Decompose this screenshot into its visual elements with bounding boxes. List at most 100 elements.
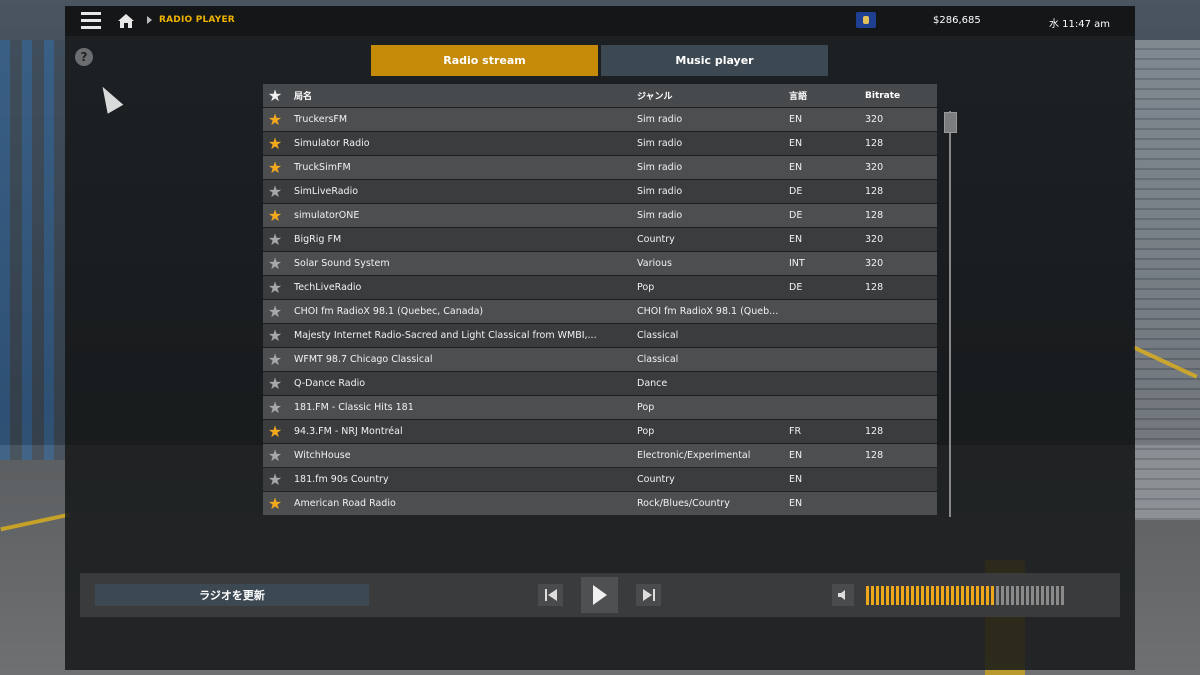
favorite-toggle[interactable]: ★ bbox=[263, 325, 287, 345]
volume-segment bbox=[951, 586, 954, 605]
play-icon bbox=[592, 585, 607, 605]
refresh-radio-button[interactable]: ラジオを更新 bbox=[95, 584, 369, 606]
station-name: Majesty Internet Radio-Sacred and Light … bbox=[294, 330, 597, 341]
station-name: TruckersFM bbox=[294, 114, 348, 125]
station-bitrate: 128 bbox=[865, 282, 884, 293]
station-name: 181.fm 90s Country bbox=[294, 474, 389, 485]
star-icon: ★ bbox=[267, 445, 283, 465]
table-row[interactable]: ★ WFMT 98.7 Chicago Classical Classical bbox=[263, 348, 937, 371]
station-genre: Sim radio bbox=[637, 186, 683, 197]
star-icon: ★ bbox=[267, 85, 283, 105]
table-row[interactable]: ★ WitchHouse Electronic/Experimental EN 128 bbox=[263, 444, 937, 467]
table-row[interactable]: ★ Majesty Internet Radio-Sacred and Light… bbox=[263, 324, 937, 347]
favorite-toggle[interactable]: ★ bbox=[263, 349, 287, 369]
station-genre: Rock/Blues/Country bbox=[637, 498, 730, 509]
station-name: TruckSimFM bbox=[294, 162, 351, 173]
station-bitrate: 128 bbox=[865, 138, 884, 149]
station-name: Q-Dance Radio bbox=[294, 378, 366, 389]
station-genre: Classical bbox=[637, 330, 679, 341]
skip-previous-icon bbox=[544, 589, 557, 601]
star-icon: ★ bbox=[267, 373, 283, 393]
table-row[interactable]: ★ TruckersFM Sim radio EN 320 bbox=[263, 108, 937, 131]
star-icon: ★ bbox=[267, 301, 283, 321]
station-genre: Country bbox=[637, 474, 675, 485]
favorite-toggle[interactable]: ★ bbox=[263, 111, 287, 128]
favorite-column-header[interactable]: ★ bbox=[263, 85, 287, 105]
table-row[interactable]: ★ Q-Dance Radio Dance bbox=[263, 372, 937, 395]
station-language: EN bbox=[789, 234, 803, 245]
station-name: CHOI fm RadioX 98.1 (Quebec, Canada) bbox=[294, 306, 484, 317]
station-language: FR bbox=[789, 426, 802, 437]
table-row[interactable]: ★ SimLiveRadio Sim radio DE 128 bbox=[263, 180, 937, 203]
scrollbar-thumb[interactable] bbox=[944, 112, 957, 133]
station-genre: Classical bbox=[637, 354, 679, 365]
breadcrumb: RADIO PLAYER bbox=[159, 15, 235, 25]
next-button[interactable] bbox=[636, 584, 661, 606]
volume-segment bbox=[1026, 586, 1029, 605]
favorite-toggle[interactable]: ★ bbox=[263, 157, 287, 177]
volume-segment bbox=[1031, 586, 1034, 605]
volume-segment bbox=[881, 586, 884, 605]
volume-segment bbox=[1061, 586, 1064, 605]
volume-segment bbox=[926, 586, 929, 605]
tab-music-player[interactable]: Music player bbox=[601, 45, 828, 76]
previous-button[interactable] bbox=[538, 584, 563, 606]
table-row[interactable]: ★ TruckSimFM Sim radio EN 320 bbox=[263, 156, 937, 179]
station-genre: Electronic/Experimental bbox=[637, 450, 751, 461]
hamburger-icon[interactable] bbox=[81, 12, 101, 30]
favorite-toggle[interactable]: ★ bbox=[263, 255, 287, 272]
star-icon: ★ bbox=[267, 397, 283, 417]
station-language: DE bbox=[789, 282, 803, 293]
play-button[interactable] bbox=[581, 577, 618, 613]
scrollbar-track[interactable] bbox=[949, 111, 951, 517]
volume-slider[interactable] bbox=[866, 586, 1106, 605]
station-language: EN bbox=[789, 162, 803, 173]
volume-segment bbox=[896, 586, 899, 605]
station-name: American Road Radio bbox=[294, 498, 396, 509]
favorite-toggle[interactable]: ★ bbox=[263, 423, 287, 440]
favorite-toggle[interactable]: ★ bbox=[263, 279, 287, 296]
table-row[interactable]: ★ BigRig FM Country EN 320 bbox=[263, 228, 937, 251]
favorite-toggle[interactable]: ★ bbox=[263, 397, 287, 417]
help-button[interactable]: ? bbox=[75, 48, 93, 66]
table-row[interactable]: ★ 94.3.FM - NRJ Montréal Pop FR 128 bbox=[263, 420, 937, 443]
favorite-toggle[interactable]: ★ bbox=[263, 301, 287, 321]
volume-button[interactable] bbox=[832, 584, 854, 606]
star-icon: ★ bbox=[267, 181, 283, 201]
table-row[interactable]: ★ American Road Radio Rock/Blues/Country EN bbox=[263, 492, 937, 515]
background-structure-right bbox=[1135, 40, 1200, 520]
column-header-genre[interactable]: ジャンル bbox=[637, 89, 673, 102]
favorite-toggle[interactable]: ★ bbox=[263, 135, 287, 152]
favorite-toggle[interactable]: ★ bbox=[263, 181, 287, 201]
station-name: 94.3.FM - NRJ Montréal bbox=[294, 426, 403, 437]
table-row[interactable]: ★ Solar Sound System Various INT 320 bbox=[263, 252, 937, 275]
table-row[interactable]: ★ CHOI fm RadioX 98.1 (Quebec, Canada) CHO… bbox=[263, 300, 937, 323]
home-icon[interactable] bbox=[117, 13, 135, 29]
favorite-toggle[interactable]: ★ bbox=[263, 445, 287, 465]
favorite-toggle[interactable]: ★ bbox=[263, 231, 287, 248]
column-header-language[interactable]: 言語 bbox=[789, 89, 807, 102]
table-row[interactable]: ★ simulatorONE Sim radio DE 128 bbox=[263, 204, 937, 227]
favorite-toggle[interactable]: ★ bbox=[263, 495, 287, 512]
station-name: WFMT 98.7 Chicago Classical bbox=[294, 354, 433, 365]
column-header-name[interactable]: 局名 bbox=[294, 89, 312, 102]
star-icon: ★ bbox=[267, 349, 283, 369]
star-icon: ★ bbox=[267, 157, 283, 177]
column-header-bitrate[interactable]: Bitrate bbox=[865, 91, 900, 101]
station-language: EN bbox=[789, 138, 803, 149]
volume-segment bbox=[1041, 586, 1044, 605]
tab-radio-stream[interactable]: Radio stream bbox=[371, 45, 598, 76]
table-row[interactable]: ★ 181.fm 90s Country Country EN bbox=[263, 468, 937, 491]
volume-segment bbox=[996, 586, 999, 605]
table-row[interactable]: ★ 181.FM - Classic Hits 181 Pop bbox=[263, 396, 937, 419]
star-icon: ★ bbox=[267, 325, 283, 345]
favorite-toggle[interactable]: ★ bbox=[263, 373, 287, 393]
station-language: DE bbox=[789, 186, 803, 197]
favorite-toggle[interactable]: ★ bbox=[263, 471, 287, 488]
table-header: ★ 局名 ジャンル 言語 Bitrate bbox=[263, 84, 937, 107]
breadcrumb-arrow-icon bbox=[147, 16, 152, 24]
station-genre: Sim radio bbox=[637, 210, 683, 221]
table-row[interactable]: ★ Simulator Radio Sim radio EN 128 bbox=[263, 132, 937, 155]
favorite-toggle[interactable]: ★ bbox=[263, 207, 287, 224]
table-row[interactable]: ★ TechLiveRadio Pop DE 128 bbox=[263, 276, 937, 299]
